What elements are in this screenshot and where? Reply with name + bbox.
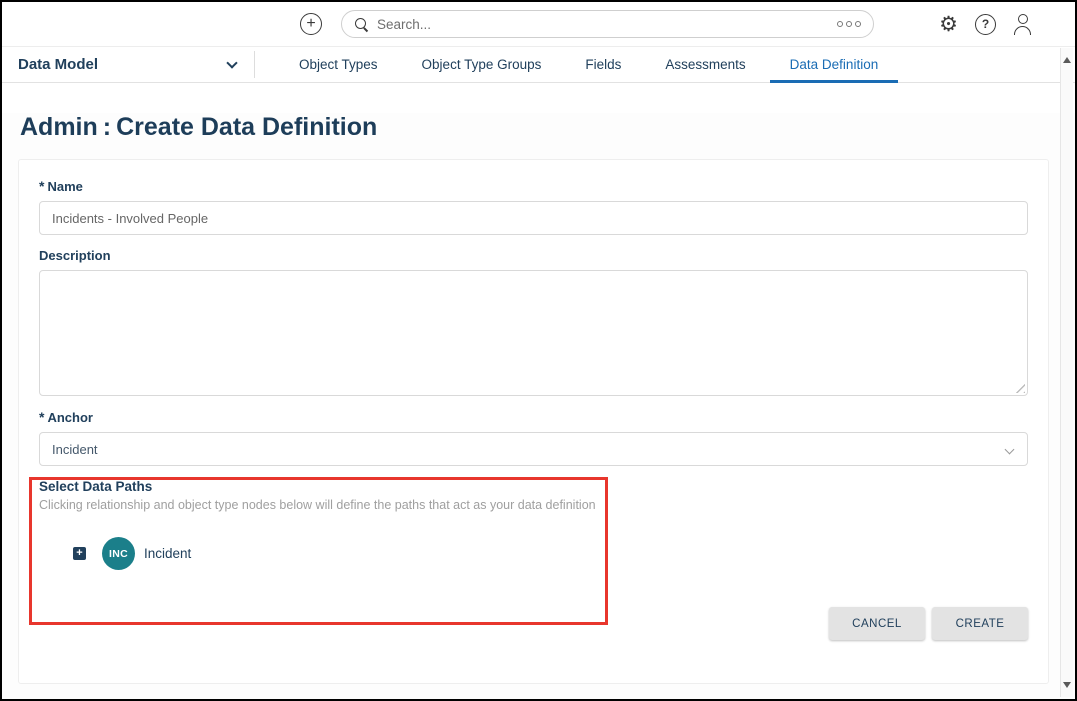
gear-icon[interactable]: ⚙ — [939, 14, 958, 35]
description-field-wrap — [39, 270, 1028, 396]
user-icon[interactable] — [1013, 14, 1033, 35]
data-paths-section: Select Data Paths Clicking relationship … — [39, 479, 1028, 649]
create-button[interactable]: CREATE — [932, 607, 1028, 640]
add-icon[interactable]: + — [300, 13, 322, 35]
tab-object-types[interactable]: Object Types — [279, 47, 398, 82]
main-content: Admin : Create Data Definition * Name De… — [2, 113, 1075, 701]
description-label-text: Description — [39, 248, 111, 263]
tab-object-type-groups[interactable]: Object Type Groups — [402, 47, 562, 82]
anchor-label-text: Anchor — [47, 410, 93, 425]
description-label: Description — [39, 248, 1028, 263]
page-title-text: Create Data Definition — [116, 113, 377, 142]
name-input[interactable] — [39, 201, 1028, 235]
module-dropdown[interactable]: Data Model — [2, 47, 254, 82]
help-icon[interactable]: ? — [975, 14, 996, 35]
page-title: Admin : Create Data Definition — [20, 113, 1049, 142]
tab-fields[interactable]: Fields — [565, 47, 641, 82]
page-title-separator: : — [103, 113, 111, 142]
scroll-up-icon[interactable] — [1063, 57, 1071, 63]
create-definition-form: * Name Description * Anchor Incident — [18, 159, 1049, 684]
nav-bar: Data Model Object Types Object Type Grou… — [2, 46, 1075, 83]
tab-assessments[interactable]: Assessments — [645, 47, 765, 82]
top-bar: + ⚙ ? — [2, 2, 1075, 46]
description-textarea[interactable] — [39, 270, 1028, 396]
cancel-button[interactable]: CANCEL — [829, 607, 925, 640]
data-paths-title: Select Data Paths — [39, 479, 1028, 494]
module-dropdown-label: Data Model — [18, 56, 98, 73]
name-label: * Name — [39, 178, 1028, 194]
anchor-label: * Anchor — [39, 409, 1028, 425]
page-title-prefix: Admin — [20, 113, 98, 142]
nav-tabs: Object Types Object Type Groups Fields A… — [277, 47, 900, 82]
node-label: Incident — [144, 546, 191, 561]
node-badge: INC — [102, 537, 135, 570]
chevron-down-icon — [226, 57, 237, 68]
name-label-text: Name — [47, 179, 82, 194]
search-input[interactable] — [377, 17, 837, 32]
vertical-scrollbar[interactable] — [1060, 48, 1073, 697]
expand-icon[interactable]: + — [73, 547, 86, 560]
tab-data-definition[interactable]: Data Definition — [770, 47, 899, 82]
search-icon — [354, 17, 369, 32]
app-window: + ⚙ ? Data Model Object Types Object Typ… — [0, 0, 1077, 701]
topbar-right-icons: ⚙ ? — [939, 2, 1033, 46]
search-bar[interactable] — [341, 10, 874, 38]
scroll-down-icon[interactable] — [1063, 682, 1071, 688]
search-options-icon[interactable] — [837, 21, 861, 27]
required-asterisk: * — [39, 409, 44, 425]
chevron-down-icon — [1005, 445, 1015, 455]
anchor-select-value: Incident — [52, 442, 98, 457]
required-asterisk: * — [39, 178, 44, 194]
tree-node-incident[interactable]: + INC Incident — [73, 537, 191, 570]
form-actions: CANCEL CREATE — [829, 607, 1028, 640]
data-paths-helper-text: Clicking relationship and object type no… — [39, 498, 1028, 512]
anchor-select[interactable]: Incident — [39, 432, 1028, 466]
nav-divider — [254, 51, 255, 78]
